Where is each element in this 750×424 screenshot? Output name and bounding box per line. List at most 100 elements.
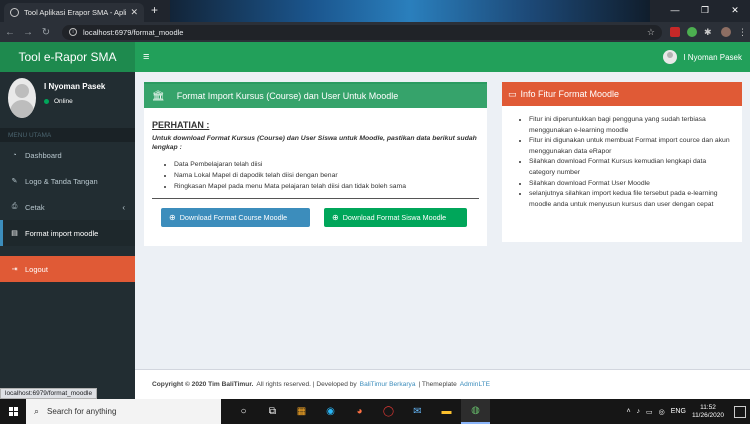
download-course-label: Download Format Course Moodle	[179, 213, 288, 222]
volume-icon[interactable]: ♪	[637, 408, 641, 415]
format-import-title: Format Import Kursus (Course) dan User U…	[176, 91, 399, 101]
sidebar-item-cetak[interactable]: ⎙ Cetak ‹	[0, 194, 135, 220]
hamburger-icon[interactable]: ≡	[143, 51, 149, 63]
notification-icon[interactable]	[734, 405, 746, 418]
edge-icon[interactable]: ◉	[316, 399, 345, 424]
network-icon[interactable]: ▭	[646, 408, 653, 416]
page-footer: Copyright © 2020 Tim BaliTimur. All righ…	[135, 369, 750, 399]
info-header: ▭ Info Fitur Format Moodle	[502, 82, 742, 106]
user-panel: I Nyoman Pasek Online	[0, 72, 135, 122]
sidebar: I Nyoman Pasek Online MENU UTAMA ◔ Dashb…	[0, 72, 135, 399]
extension-icon[interactable]	[670, 27, 680, 37]
user-name: I Nyoman Pasek	[683, 52, 742, 62]
info-icon[interactable]: i	[69, 28, 77, 36]
firefox-icon[interactable]: ◕	[345, 399, 374, 424]
globe-icon	[10, 8, 19, 17]
address-bar[interactable]: i localhost:6979/format_moodle ☆	[62, 24, 662, 40]
minimize-icon[interactable]: —	[660, 0, 690, 20]
info-list: Fitur ini diperuntukkan bagi pengguna ya…	[529, 115, 730, 210]
puzzle-icon[interactable]: ✱	[704, 27, 714, 37]
close-window-icon[interactable]: ✕	[720, 0, 750, 20]
info-box: ▭ Info Fitur Format Moodle Fitur ini dip…	[502, 82, 742, 242]
search-placeholder: Search for anything	[47, 407, 117, 416]
footer-rights: All rights reserved. | Developed by	[256, 381, 357, 388]
dashboard-icon: ◔	[12, 151, 17, 159]
language-label[interactable]: ENG	[671, 408, 686, 415]
browser-tab[interactable]: Tool Aplikasi Erapor SMA - Aplik ✕	[4, 3, 144, 22]
bookmark-star-icon[interactable]: ☆	[647, 27, 655, 38]
online-status-label: Online	[54, 98, 73, 105]
tabstrip-wallpaper	[170, 0, 650, 22]
windows-start-icon[interactable]	[0, 399, 26, 424]
chevron-up-icon[interactable]: ˄	[626, 408, 630, 415]
print-icon: ⎙	[11, 203, 18, 210]
download-icon: ⊕	[332, 213, 339, 222]
chrome-icon[interactable]: ◍	[461, 399, 490, 424]
format-import-box: 🏛 Format Import Kursus (Course) dan User…	[144, 82, 487, 246]
logout-icon: ⇥	[11, 266, 18, 273]
url-text: localhost:6979/format_moodle	[83, 27, 184, 37]
footer-theme-link[interactable]: AdminLTE	[460, 381, 490, 388]
menu-dots-icon[interactable]: ⋮	[738, 27, 748, 37]
list-item: Fitur ini diperuntukkan bagi pengguna ya…	[529, 115, 730, 136]
list-item: Fitur ini digunakan untuk membuat Format…	[529, 136, 730, 157]
window-controls: — ❐ ✕	[660, 0, 750, 20]
globe-icon[interactable]: ◎	[659, 408, 665, 416]
store-icon[interactable]: ▦	[287, 399, 316, 424]
online-dot-icon	[44, 99, 49, 104]
profile-avatar-icon[interactable]	[721, 27, 731, 37]
browser-tabstrip: Tool Aplikasi Erapor SMA - Aplik ✕ + — ❐…	[0, 0, 750, 22]
sidebar-item-dashboard[interactable]: ◔ Dashboard	[0, 142, 135, 168]
monitor-icon: ▭	[508, 88, 517, 99]
reload-icon[interactable]: ↻	[38, 27, 54, 38]
browser-toolbar: ← → ↻ i localhost:6979/format_moodle ☆ ✱…	[0, 22, 750, 42]
forward-icon[interactable]: →	[20, 27, 36, 38]
system-tray: ˄ ♪ ▭ ◎ ENG 11:52 11/26/2020	[626, 404, 750, 420]
search-icon: ⌕	[34, 406, 40, 416]
sidebar-item-label: Cetak	[25, 202, 45, 212]
chevron-left-icon: ‹	[122, 202, 125, 212]
attention-description: Untuk download Format Kursus (Course) da…	[152, 135, 477, 151]
explorer-icon[interactable]: ▬	[432, 399, 461, 424]
content-area: 🏛 Format Import Kursus (Course) dan User…	[135, 72, 750, 369]
info-title: Info Fitur Format Moodle	[520, 89, 620, 99]
download-course-button[interactable]: ⊕ Download Format Course Moodle	[161, 208, 310, 227]
new-tab-icon[interactable]: +	[151, 3, 158, 17]
sidebar-item-logout[interactable]: ⇥ Logout	[0, 256, 135, 282]
menu-header: MENU UTAMA	[0, 128, 135, 142]
edit-icon: ✎	[11, 178, 18, 185]
tab-title: Tool Aplikasi Erapor SMA - Aplik	[24, 8, 127, 17]
taskbar-search[interactable]: ⌕ Search for anything	[26, 399, 221, 424]
user-avatar	[663, 50, 678, 64]
app-logo[interactable]: Tool e-Rapor SMA	[0, 42, 135, 72]
sidebar-item-label: Logo & Tanda Tangan	[25, 176, 98, 186]
list-item: selanjutnya silahkan import kedua file t…	[529, 189, 730, 210]
mail-icon[interactable]: ✉	[403, 399, 432, 424]
status-url: localhost:6979/format_moodle	[0, 388, 98, 399]
download-siswa-button[interactable]: ⊕ Download Format Siswa Moodle	[324, 208, 467, 227]
extension-icon[interactable]	[687, 27, 697, 37]
online-status: Online	[44, 98, 105, 105]
taskbar-apps: ○ ⧉ ▦ ◉ ◕ ◯ ✉ ▬ ◍	[229, 399, 490, 424]
sidebar-item-label: Logout	[25, 264, 48, 274]
back-icon[interactable]: ←	[2, 27, 18, 38]
taskbar-clock[interactable]: 11:52 11/26/2020	[692, 404, 724, 420]
user-menu[interactable]: I Nyoman Pasek	[663, 50, 742, 64]
opera-icon[interactable]: ◯	[374, 399, 403, 424]
bank-icon: 🏛	[152, 90, 165, 102]
sidebar-item-label: Dashboard	[25, 150, 62, 160]
footer-dev-link[interactable]: BaliTimur Berkarya	[360, 381, 416, 388]
format-import-header: 🏛 Format Import Kursus (Course) dan User…	[144, 84, 487, 108]
sidebar-item-logo-tanda-tangan[interactable]: ✎ Logo & Tanda Tangan	[0, 168, 135, 194]
list-item: Ringkasan Mapel pada menu Mata pelajaran…	[174, 181, 479, 192]
maximize-icon[interactable]: ❐	[690, 0, 720, 20]
sidebar-item-format-import-moodle[interactable]: ▤ Format import moodle	[0, 220, 135, 246]
task-view-icon[interactable]: ⧉	[258, 399, 287, 424]
extensions: ✱ ⋮	[670, 27, 748, 37]
close-tab-icon[interactable]: ✕	[130, 7, 138, 18]
download-siswa-label: Download Format Siswa Moodle	[342, 213, 447, 222]
download-icon: ⊕	[169, 213, 176, 222]
top-navbar: ≡ I Nyoman Pasek	[135, 42, 750, 72]
user-panel-name: I Nyoman Pasek	[44, 82, 106, 91]
cortana-icon[interactable]: ○	[229, 399, 258, 424]
